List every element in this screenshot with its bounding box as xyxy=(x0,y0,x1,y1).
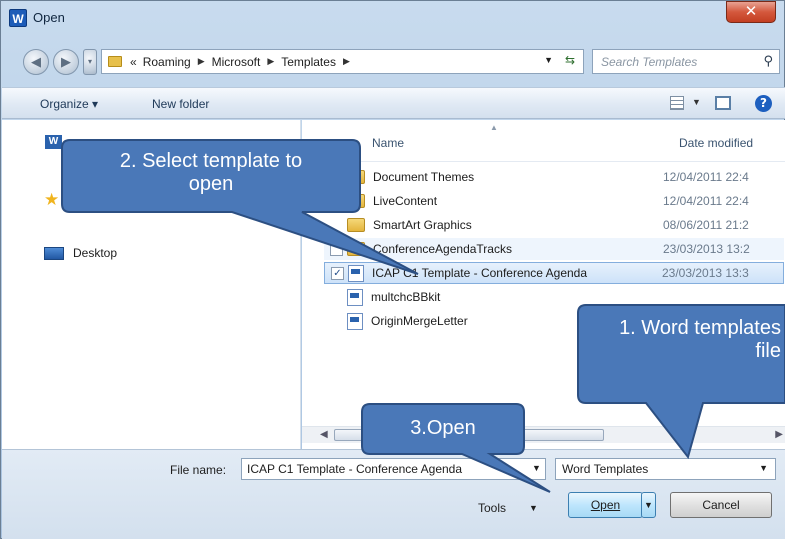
open-options-dropdown[interactable]: ▼ xyxy=(641,492,656,518)
view-dropdown-icon[interactable]: ▼ xyxy=(692,97,701,107)
new-folder-button[interactable]: New folder xyxy=(152,97,209,111)
column-header-date[interactable]: Date modified xyxy=(679,136,753,150)
desktop-icon xyxy=(44,246,64,260)
breadcrumb-separator-icon[interactable]: ▶ xyxy=(343,56,350,67)
callout-text: 1. Word templates file xyxy=(619,317,781,362)
cancel-button[interactable]: Cancel xyxy=(670,492,772,518)
recent-pages-dropdown[interactable]: ▾ xyxy=(83,49,97,75)
row-checkbox[interactable] xyxy=(330,315,343,328)
organize-button[interactable]: Organize ▾ xyxy=(40,97,98,111)
breadcrumb-templates[interactable]: Templates xyxy=(281,55,336,69)
scroll-left-icon[interactable]: ◀ xyxy=(320,429,328,440)
close-button[interactable]: ✕ xyxy=(726,1,776,23)
search-icon[interactable]: ⚲ xyxy=(763,53,773,69)
help-icon[interactable]: ? xyxy=(755,95,772,112)
favorites-icon[interactable]: W xyxy=(45,135,62,149)
forward-button[interactable]: ▶ xyxy=(53,49,79,75)
breadcrumb-separator-icon[interactable]: ▶ xyxy=(198,56,205,67)
search-input[interactable]: Search Templates ⚲ xyxy=(592,49,780,74)
file-date: 12/04/2011 22:4 xyxy=(663,170,749,184)
address-bar[interactable]: « Roaming ▶ Microsoft ▶ Templates ▶ ▼ ⇆ xyxy=(101,49,584,74)
file-date: 12/04/2011 22:4 xyxy=(663,194,749,208)
tools-dropdown-icon[interactable]: ▼ xyxy=(529,503,538,513)
breadcrumb-roaming[interactable]: Roaming xyxy=(143,55,191,69)
file-name-label: File name: xyxy=(170,463,227,477)
sort-arrow-icon: ▲ xyxy=(490,123,498,132)
open-button[interactable]: Open xyxy=(568,492,643,518)
breadcrumb-prefix[interactable]: « xyxy=(130,55,137,69)
search-placeholder: Search Templates xyxy=(601,55,698,69)
folder-icon xyxy=(108,56,122,67)
star-icon[interactable]: ★ xyxy=(44,190,59,210)
address-dropdown-icon[interactable]: ▼ xyxy=(544,55,553,65)
address-row: ◀ ▶ ▾ « Roaming ▶ Microsoft ▶ Templates … xyxy=(1,46,784,76)
callout-line: 2. Select template to xyxy=(119,150,303,172)
file-name: multchcBBkit xyxy=(371,290,441,304)
word-app-icon: W xyxy=(9,9,27,27)
callout-text: 3.Open xyxy=(410,417,476,439)
word-template-icon xyxy=(347,288,363,306)
preview-pane-icon[interactable] xyxy=(715,96,731,110)
word-template-icon xyxy=(347,312,363,330)
row-checkbox[interactable] xyxy=(330,291,343,304)
title-bar: W Open ✕ xyxy=(1,1,784,35)
command-bar: Organize ▾ New folder ▼ ? xyxy=(2,87,785,119)
refresh-icon[interactable]: ⇆ xyxy=(565,53,575,67)
window-title: Open xyxy=(33,10,65,25)
callout-line: open xyxy=(188,173,234,195)
file-date: 08/06/2011 21:2 xyxy=(663,218,749,232)
breadcrumb-microsoft[interactable]: Microsoft xyxy=(212,55,261,69)
breadcrumb-separator-icon[interactable]: ▶ xyxy=(267,56,274,67)
file-date: 23/03/2013 13:3 xyxy=(662,266,749,280)
file-date: 23/03/2013 13:2 xyxy=(663,242,750,256)
tools-button[interactable]: Tools xyxy=(478,501,506,515)
callout-text: 2. Select template to open xyxy=(62,150,360,196)
back-button[interactable]: ◀ xyxy=(23,49,49,75)
view-options-icon[interactable] xyxy=(670,96,684,110)
